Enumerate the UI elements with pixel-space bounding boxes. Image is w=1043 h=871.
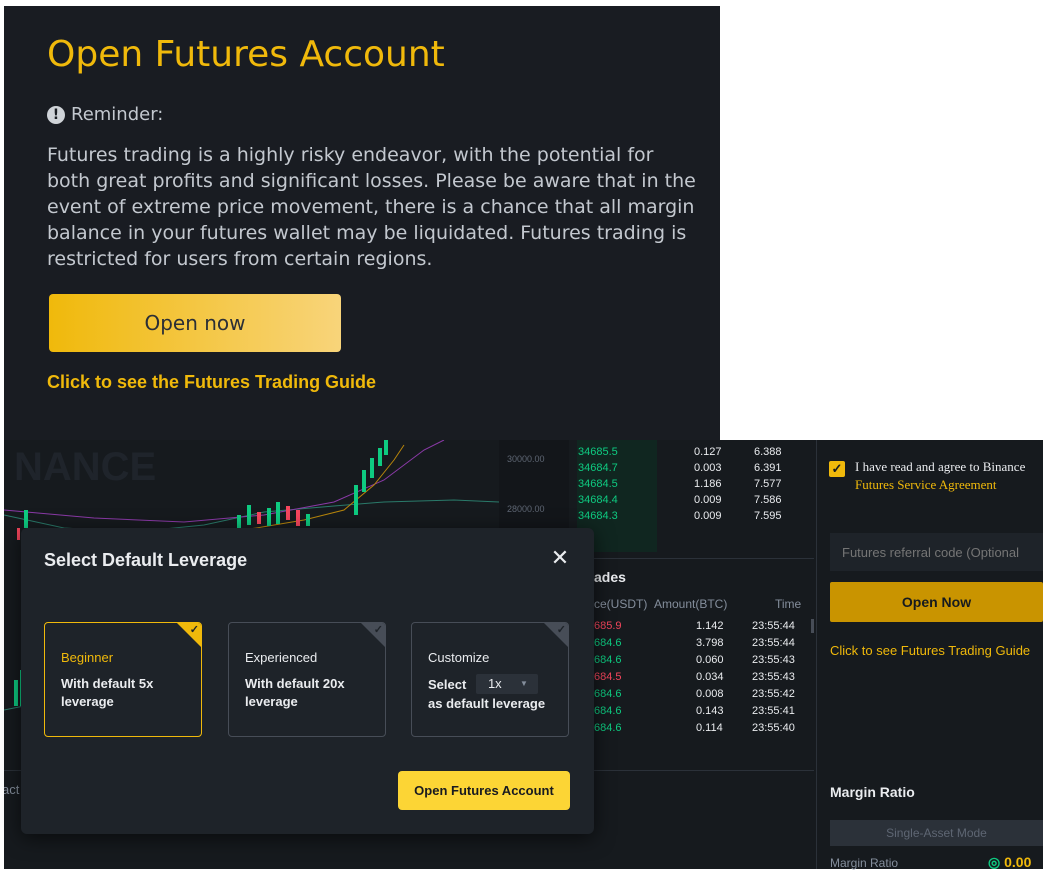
agree-text: I have read and agree to Binance Futures… bbox=[855, 458, 1035, 494]
exclamation-icon: ! bbox=[47, 106, 65, 124]
option-description: With default 5x leverage bbox=[61, 676, 154, 709]
orderbook-total: 7.586 bbox=[754, 494, 782, 506]
open-now-button[interactable]: Open now bbox=[49, 294, 341, 352]
modal-title: Select Default Leverage bbox=[44, 550, 248, 570]
trade-amount: 3.798 bbox=[696, 637, 724, 649]
select-suffix: as default leverage bbox=[428, 696, 546, 711]
orderbook-amount: 1.186 bbox=[694, 478, 722, 490]
trades-header-amount: Amount(BTC) bbox=[654, 597, 728, 611]
trade-price: 684.5 bbox=[594, 671, 622, 683]
divider bbox=[816, 440, 817, 869]
option-customize[interactable]: ✓ Customize Select 1x ▼ as default levera… bbox=[411, 622, 569, 737]
trade-time: 23:55:42 bbox=[752, 688, 795, 700]
select-prefix: Select bbox=[428, 677, 467, 692]
trade-price: 684.6 bbox=[594, 705, 622, 717]
open-now-button-secondary[interactable]: Open Now bbox=[830, 582, 1043, 622]
trades-header-time: Time bbox=[775, 597, 802, 611]
bottom-tab-label: act bbox=[4, 782, 20, 797]
orderbook-total: 7.577 bbox=[754, 478, 782, 490]
orderbook-amount: 0.009 bbox=[694, 494, 722, 506]
margin-ratio-value: ◎ 0.00 bbox=[988, 854, 1032, 870]
trade-price: 684.6 bbox=[594, 722, 622, 734]
trade-time: 23:55:44 bbox=[752, 637, 795, 649]
trade-amount: 0.034 bbox=[696, 671, 724, 683]
trade-price: 684.6 bbox=[594, 654, 622, 666]
futures-agreement-link[interactable]: Futures Service Agreement bbox=[855, 477, 997, 492]
single-asset-mode-button[interactable]: Single-Asset Mode bbox=[830, 820, 1043, 846]
watermark: NANCE bbox=[14, 445, 156, 489]
trade-amount: 0.008 bbox=[696, 688, 724, 700]
orderbook-price: 34685.5 bbox=[578, 446, 618, 458]
market-trades: ades ce(USDT) Amount(BTC) Time 685.9 1.1… bbox=[569, 558, 814, 771]
orderbook-total: 7.595 bbox=[754, 510, 782, 522]
trade-price: 685.9 bbox=[594, 620, 622, 632]
futures-guide-link[interactable]: Click to see the Futures Trading Guide bbox=[47, 372, 376, 393]
orderbook-amount: 0.009 bbox=[694, 510, 722, 522]
option-title: Experienced bbox=[245, 650, 318, 665]
margin-ratio-title: Margin Ratio bbox=[830, 784, 915, 800]
orderbook-price: 34684.5 bbox=[578, 478, 618, 490]
orderbook: 34685.5 0.127 6.388 34684.7 0.003 6.391 … bbox=[569, 440, 814, 555]
futures-guide-link-secondary[interactable]: Click to see Futures Trading Guide bbox=[830, 643, 1030, 658]
price-tick: 30000.00 bbox=[507, 454, 545, 464]
check-icon: ✓ bbox=[373, 624, 383, 636]
gauge-icon: ◎ bbox=[988, 854, 1001, 870]
trade-time: 23:55:40 bbox=[752, 722, 795, 734]
check-icon: ✓ bbox=[556, 624, 566, 636]
page-title: Open Futures Account bbox=[47, 34, 445, 75]
referral-code-input[interactable] bbox=[830, 533, 1043, 571]
orderbook-amount: 0.127 bbox=[694, 446, 722, 458]
option-experienced[interactable]: ✓ Experienced With default 20x leverage bbox=[228, 622, 386, 737]
option-beginner[interactable]: ✓ Beginner With default 5x leverage bbox=[44, 622, 202, 737]
agree-checkbox[interactable]: ✓ bbox=[829, 461, 845, 477]
orderbook-price: 34684.3 bbox=[578, 510, 618, 522]
scrollbar[interactable] bbox=[811, 619, 814, 633]
trade-time: 23:55:43 bbox=[752, 671, 795, 683]
option-description: With default 20x leverage bbox=[245, 676, 345, 709]
trade-amount: 0.114 bbox=[696, 722, 723, 734]
trade-amount: 0.143 bbox=[696, 705, 724, 717]
chevron-down-icon: ▼ bbox=[520, 679, 528, 688]
reminder-label: Reminder: bbox=[71, 104, 164, 125]
leverage-dropdown[interactable]: 1x ▼ bbox=[475, 674, 538, 694]
price-tick: 28000.00 bbox=[507, 504, 545, 514]
orderbook-price: 34684.7 bbox=[578, 462, 618, 474]
close-icon[interactable]: ✕ bbox=[549, 546, 571, 570]
trades-header-price: ce(USDT) bbox=[594, 597, 648, 611]
trade-time: 23:55:43 bbox=[752, 654, 795, 666]
agree-prefix: I have read and agree to Binance bbox=[855, 459, 1026, 474]
trade-time: 23:55:44 bbox=[752, 620, 795, 632]
trade-amount: 0.060 bbox=[696, 654, 724, 666]
orderbook-total: 6.388 bbox=[754, 446, 782, 458]
orderbook-amount: 0.003 bbox=[694, 462, 722, 474]
orderbook-total: 6.391 bbox=[754, 462, 782, 474]
trade-price: 684.6 bbox=[594, 637, 622, 649]
check-icon: ✓ bbox=[189, 624, 199, 636]
option-title: Customize bbox=[428, 650, 490, 665]
leverage-value: 1x bbox=[487, 676, 502, 691]
margin-ratio-label: Margin Ratio bbox=[830, 856, 899, 870]
option-title: Beginner bbox=[61, 650, 114, 665]
trades-title: ades bbox=[594, 569, 626, 585]
trade-amount: 1.142 bbox=[696, 620, 724, 632]
trade-price: 684.6 bbox=[594, 688, 622, 700]
orderbook-price: 34684.4 bbox=[578, 494, 618, 506]
option-description: Select 1x ▼ as default leverage bbox=[428, 674, 563, 713]
open-futures-account-button[interactable]: Open Futures Account bbox=[398, 771, 570, 810]
trade-time: 23:55:41 bbox=[752, 705, 795, 717]
reminder-text: Futures trading is a highly risky endeav… bbox=[47, 144, 696, 270]
